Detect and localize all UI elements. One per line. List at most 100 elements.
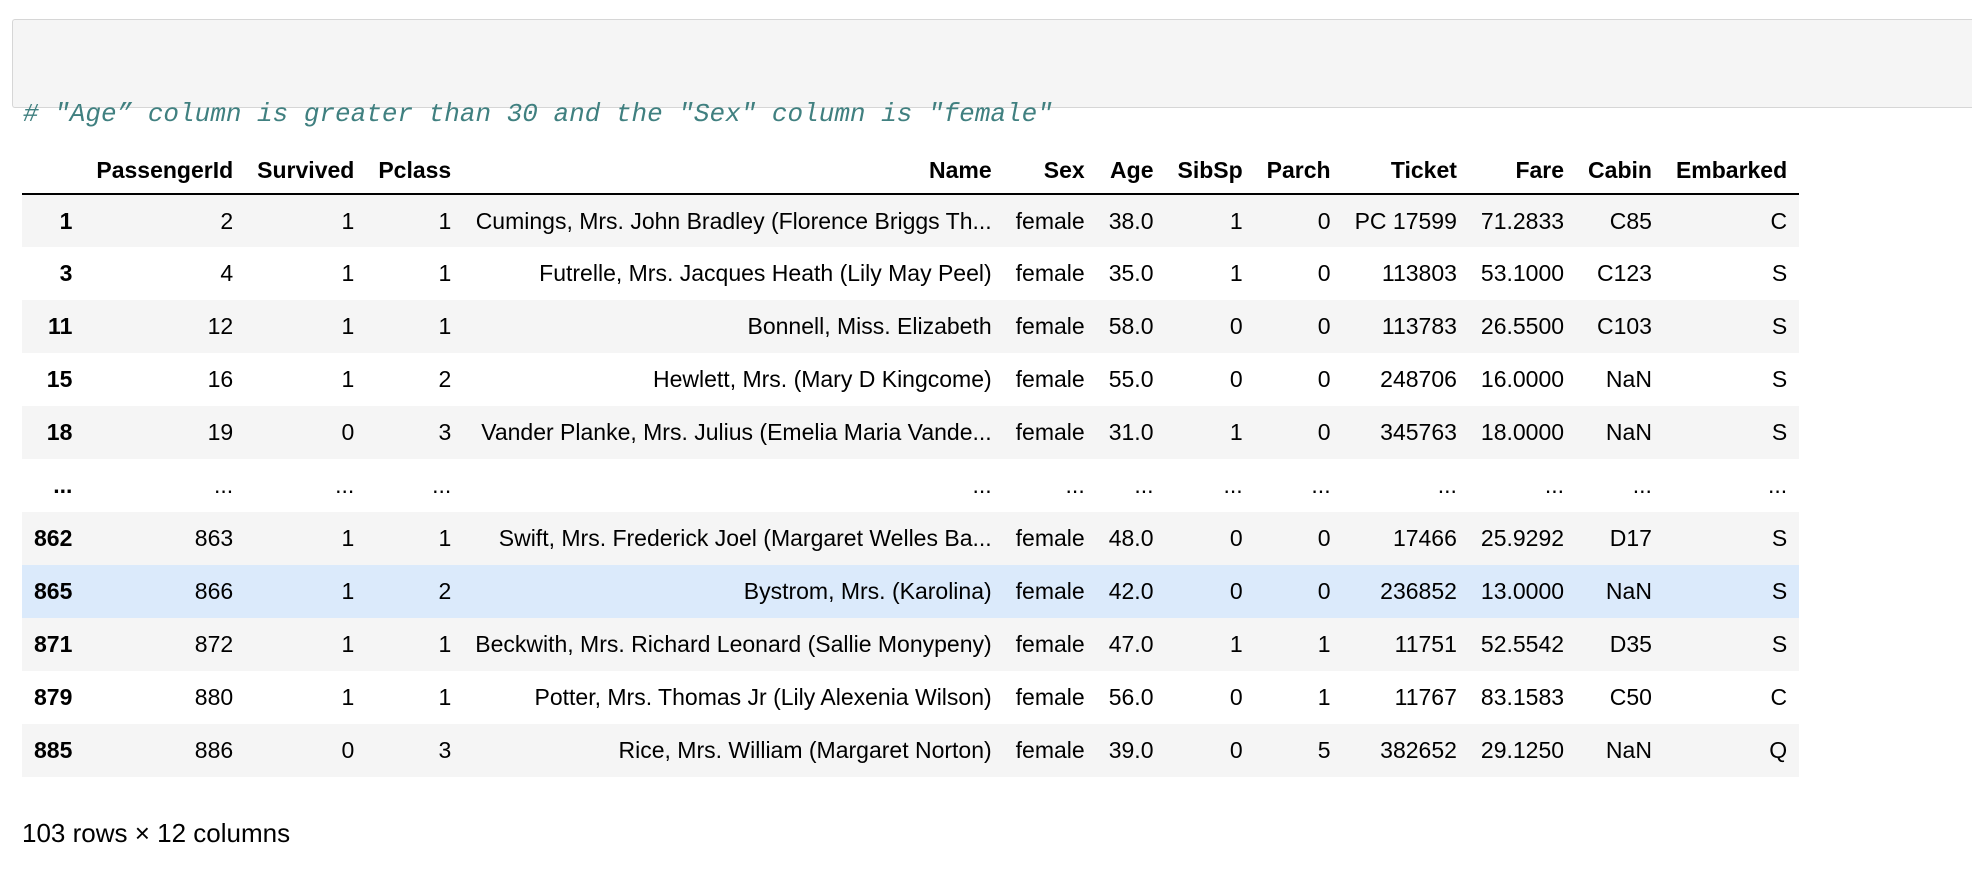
cell-passengerid: 880 xyxy=(194,684,234,710)
column-header-embarked: Embarked xyxy=(1663,148,1800,195)
cell-name: Bonnell, Miss. Elizabeth xyxy=(747,313,992,339)
cell-output: PassengerId Survived Pclass Name Sex Age SibSp… xyxy=(22,148,1800,777)
cell-survived: ... xyxy=(335,472,355,498)
table-row: 18 19 0 3 Vander Planke, Mrs. Julius (Emelia… xyxy=(22,406,1800,459)
cell-cabin: C85 xyxy=(1609,207,1652,234)
cell-parch: 0 xyxy=(1317,578,1331,604)
row-index: 871 xyxy=(34,631,73,657)
cell-ticket: 382652 xyxy=(1380,737,1457,763)
row-index: 1 xyxy=(59,207,73,234)
column-header-age: Age xyxy=(1096,148,1166,195)
cell-fare: 18.0000 xyxy=(1480,419,1565,445)
code-comment: # "Age” column is greater than 30 and th… xyxy=(23,99,1053,129)
cell-passengerid: 4 xyxy=(220,260,234,286)
cell-ticket: 11751 xyxy=(1394,631,1457,657)
cell-cabin: C123 xyxy=(1596,260,1652,286)
cell-name: Potter, Mrs. Thomas Jr (Lily Alexenia Wi… xyxy=(534,684,992,710)
cell-name: Vander Planke, Mrs. Julius (Emelia Maria… xyxy=(481,419,992,445)
row-index: 11 xyxy=(48,313,73,339)
cell-pclass: 1 xyxy=(438,525,452,551)
cell-embarked: Q xyxy=(1769,737,1788,763)
table-row: 865 866 1 2 Bystrom, Mrs. (Karolina) female 42… xyxy=(22,565,1800,618)
dataframe-shape-summary: 103 rows × 12 columns xyxy=(22,818,291,848)
row-index: 879 xyxy=(34,684,73,710)
cell-pclass: 1 xyxy=(438,313,452,339)
cell-cabin: NaN xyxy=(1605,366,1652,392)
cell-sibsp: 1 xyxy=(1229,207,1243,234)
row-index: 865 xyxy=(34,578,73,604)
table-row: 871 872 1 1 Beckwith, Mrs. Richard Leonard (… xyxy=(22,618,1800,671)
cell-sex: female xyxy=(1015,525,1085,551)
cell-embarked: C xyxy=(1770,684,1788,710)
cell-sibsp: 0 xyxy=(1229,366,1243,392)
cell-survived: 0 xyxy=(341,737,355,763)
column-header-survived: Survived xyxy=(245,148,367,195)
cell-fare: 53.1000 xyxy=(1480,260,1565,286)
cell-pclass: ... xyxy=(432,472,452,498)
column-header-sex: Sex xyxy=(1003,148,1097,195)
cell-age: 48.0 xyxy=(1108,525,1154,551)
cell-age: 55.0 xyxy=(1108,366,1154,392)
cell-sibsp: 0 xyxy=(1229,578,1243,604)
cell-parch: 0 xyxy=(1317,366,1331,392)
cell-embarked: C xyxy=(1770,207,1788,234)
cell-sex: female xyxy=(1015,419,1085,445)
cell-age: 39.0 xyxy=(1108,737,1154,763)
cell-age: 31.0 xyxy=(1108,419,1154,445)
column-header-ticket: Ticket xyxy=(1342,148,1469,195)
cell-sibsp: 0 xyxy=(1229,684,1243,710)
table-row: 862 863 1 1 Swift, Mrs. Frederick Joel (Marg… xyxy=(22,512,1800,565)
cell-ticket: 236852 xyxy=(1380,578,1457,604)
cell-sibsp: 0 xyxy=(1229,737,1243,763)
table-row: 879 880 1 1 Potter, Mrs. Thomas Jr (Lily Ale… xyxy=(22,671,1799,724)
cell-pclass: 1 xyxy=(438,207,452,234)
code-cell-input[interactable]: # "Age” column is greater than 30 and th… xyxy=(12,19,1972,228)
cell-pclass: 3 xyxy=(438,737,452,763)
column-header-name: Name xyxy=(463,148,1004,195)
row-index: 862 xyxy=(34,525,73,551)
cell-fare: 83.1583 xyxy=(1480,684,1565,710)
row-index: 3 xyxy=(59,260,73,286)
cell-parch: 5 xyxy=(1317,737,1331,763)
cell-embarked: S xyxy=(1771,631,1788,657)
cell-survived: 1 xyxy=(341,260,355,286)
cell-age: 35.0 xyxy=(1108,260,1154,286)
cell-survived: 0 xyxy=(341,419,355,445)
cell-ticket: 113803 xyxy=(1381,260,1457,286)
cell-parch: 1 xyxy=(1317,631,1331,657)
cell-pclass: 2 xyxy=(438,366,452,392)
cell-embarked: S xyxy=(1771,419,1788,445)
row-index: ... xyxy=(53,472,73,498)
cell-survived: 1 xyxy=(341,313,355,339)
cell-sex: female xyxy=(1015,737,1085,763)
cell-age: ... xyxy=(1134,472,1154,498)
cell-fare: 26.5500 xyxy=(1480,313,1565,339)
cell-fare: 52.5542 xyxy=(1480,631,1565,657)
cell-sibsp: 0 xyxy=(1229,525,1243,551)
cell-survived: 1 xyxy=(341,366,355,392)
cell-pclass: 1 xyxy=(438,631,452,657)
cell-survived: 1 xyxy=(341,684,355,710)
cell-embarked: S xyxy=(1771,313,1788,339)
table-row: ....................................... xyxy=(22,459,1799,512)
cell-parch: 0 xyxy=(1317,419,1331,445)
cell-name: Futrelle, Mrs. Jacques Heath (Lily May P… xyxy=(539,260,992,286)
cell-embarked: ... xyxy=(1767,472,1788,498)
cell-name: Hewlett, Mrs. (Mary D Kingcome) xyxy=(653,366,992,392)
cell-ticket: 11767 xyxy=(1394,684,1457,710)
cell-fare: ... xyxy=(1544,472,1565,498)
cell-embarked: S xyxy=(1771,260,1788,286)
column-header-fare: Fare xyxy=(1468,148,1577,195)
table-row: 11 12 1 1 Bonnell, Miss. Elizabeth female 58.0… xyxy=(22,300,1800,353)
cell-sex: female xyxy=(1015,684,1085,710)
column-header-cabin: Cabin xyxy=(1576,148,1664,195)
cell-name: ... xyxy=(972,472,992,498)
cell-sibsp: ... xyxy=(1223,472,1243,498)
cell-ticket: ... xyxy=(1437,472,1457,498)
cell-cabin: NaN xyxy=(1605,419,1652,445)
cell-sex: female xyxy=(1015,366,1085,392)
cell-sex: female xyxy=(1015,260,1085,286)
cell-ticket: 17466 xyxy=(1392,525,1457,551)
cell-age: 47.0 xyxy=(1108,631,1154,657)
row-index: 15 xyxy=(46,366,73,392)
